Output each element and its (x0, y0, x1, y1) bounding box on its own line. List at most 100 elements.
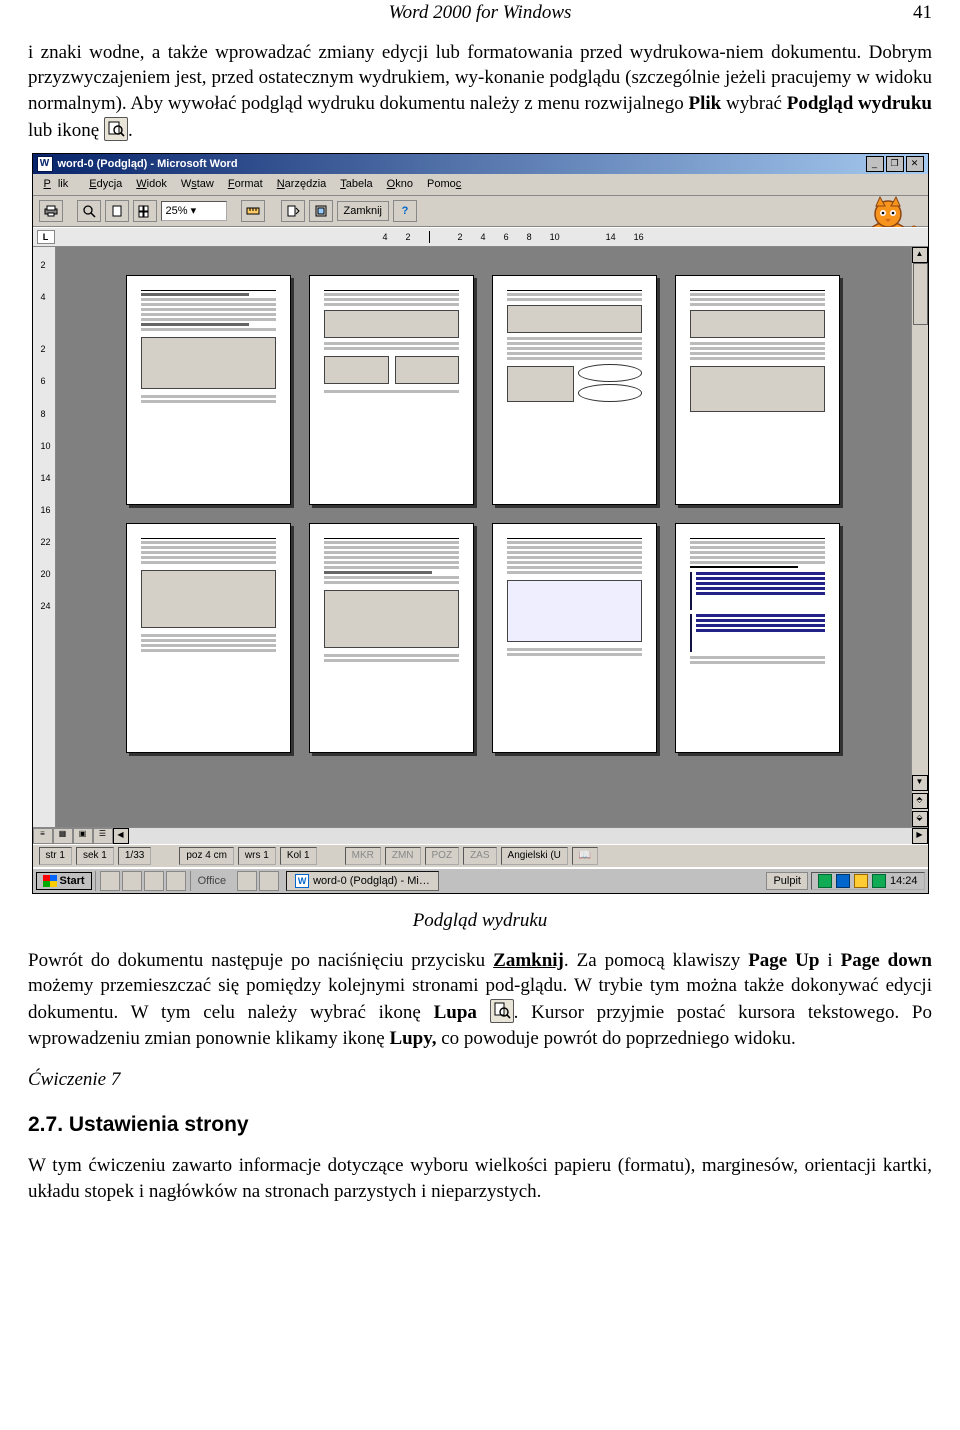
vertical-ruler: 2 4 2 6 8 10 14 16 22 20 24 (33, 247, 56, 827)
status-section: sek 1 (76, 847, 114, 865)
menu-wstaw[interactable]: Wstaw (174, 176, 221, 193)
office-shortcut-icon[interactable] (237, 871, 257, 891)
tray-icon[interactable] (872, 874, 886, 888)
quick-launch-icon[interactable] (144, 871, 164, 891)
quick-launch-icon[interactable] (122, 871, 142, 891)
header-title: Word 2000 for Windows (389, 0, 572, 26)
text: lub ikonę (28, 120, 104, 141)
preview-canvas[interactable] (56, 247, 911, 827)
status-zas: ZAS (463, 847, 496, 865)
shrink-to-fit-icon[interactable] (281, 200, 305, 222)
menu-plik[interactable]: Plik (37, 176, 83, 193)
next-page-icon[interactable]: ⬙ (912, 811, 928, 827)
lupy-bold: Lupy, (389, 1028, 436, 1049)
page-thumbnail[interactable] (675, 275, 840, 505)
pageup-key: Page Up (748, 950, 819, 971)
exercise-label: Ćwiczenie 7 (28, 1067, 932, 1093)
taskbar-task-button[interactable]: W word-0 (Podgląd) - Mi… (286, 871, 439, 892)
preview-toolbar: 25% ▾ Zamknij ? (33, 196, 928, 227)
normal-view-icon[interactable]: ≡ (33, 828, 53, 844)
menu-tabela[interactable]: Tabela (333, 176, 379, 193)
horizontal-scrollbar[interactable]: ◀ ▶ (113, 828, 928, 844)
office-bar-label: Office (194, 874, 231, 889)
running-header: Word 2000 for Windows 41 (28, 0, 932, 26)
menu-bar: Plik Edycja Widok Wstaw Format Narzędzia… (33, 174, 928, 196)
figure-caption: Podgląd wydruku (28, 908, 932, 934)
status-mkr: MKR (345, 847, 381, 865)
quick-launch-icon[interactable] (100, 871, 120, 891)
page-thumbnail[interactable] (492, 275, 657, 505)
menu-edycja[interactable]: Edycja (82, 176, 129, 193)
one-page-icon[interactable] (105, 200, 129, 222)
prev-page-icon[interactable]: ⬘ (912, 793, 928, 809)
status-poz: POZ (425, 847, 460, 865)
zoom-combo[interactable]: 25% ▾ (161, 201, 227, 221)
page-thumbnail[interactable] (309, 523, 474, 753)
pagedown-key: Page down (841, 950, 932, 971)
help-icon[interactable]: ? (393, 200, 417, 222)
menu-format[interactable]: Format (221, 176, 270, 193)
page-thumbnail[interactable] (675, 523, 840, 753)
menu-widok[interactable]: Widok (129, 176, 174, 193)
office-shortcut-icon[interactable] (259, 871, 279, 891)
status-language: Angielski (U (501, 847, 568, 865)
ruler-toggle-icon[interactable] (241, 200, 265, 222)
web-view-icon[interactable]: ▦ (53, 828, 73, 844)
outline-view-icon[interactable]: ☰ (93, 828, 113, 844)
paragraph-return: Powrót do dokumentu następuje po naciśni… (28, 948, 932, 1052)
scroll-left-icon[interactable]: ◀ (113, 828, 129, 844)
menu-plik-bold: Plik (689, 93, 722, 114)
status-zmn: ZMN (385, 847, 421, 865)
print-view-icon[interactable]: ▣ (73, 828, 93, 844)
menu-narzedzia[interactable]: Narzędzia (270, 176, 334, 193)
paragraph-exercise-desc: W tym ćwiczeniu zawarto informacje dotyc… (28, 1153, 932, 1204)
text: wybrać (721, 93, 787, 114)
word-window: W word-0 (Podgląd) - Microsoft Word _ ❐ … (32, 153, 929, 894)
status-page: str 1 (39, 847, 72, 865)
menu-pomoc[interactable]: Pomoc (420, 176, 468, 193)
magnifier-icon (490, 999, 514, 1023)
print-icon[interactable] (39, 200, 63, 222)
status-book-icon: 📖 (572, 847, 598, 865)
window-title: word-0 (Podgląd) - Microsoft Word (58, 157, 866, 172)
status-line: wrs 1 (238, 847, 276, 865)
windows-taskbar: Start Office W word-0 (Podgląd) - Mi… Pu… (33, 867, 928, 893)
word-doc-icon: W (295, 874, 309, 888)
page-thumbnail[interactable] (492, 523, 657, 753)
zamknij-keyword: Zamknij (493, 950, 564, 971)
lupa-bold: Lupa (434, 1002, 477, 1023)
tray-icon[interactable] (854, 874, 868, 888)
horizontal-ruler: L 4 2 2 4 6 8 10 14 16 (33, 227, 928, 247)
quick-launch-icon[interactable] (166, 871, 186, 891)
tray-icon[interactable] (818, 874, 832, 888)
minimize-button[interactable]: _ (866, 156, 884, 172)
page-thumbnail[interactable] (126, 523, 291, 753)
close-preview-button[interactable]: Zamknij (337, 201, 390, 222)
view-mode-icons: ≡ ▦ ▣ ☰ (33, 828, 113, 844)
menu-okno[interactable]: Okno (380, 176, 420, 193)
show-desktop-button[interactable]: Pulpit (766, 872, 808, 891)
text: . (128, 120, 133, 141)
status-column: Kol 1 (280, 847, 317, 865)
vertical-scrollbar[interactable]: ▲ ▼ ⬘ ⬙ (911, 247, 928, 827)
scroll-down-icon[interactable]: ▼ (912, 775, 928, 791)
scroll-right-icon[interactable]: ▶ (912, 828, 928, 844)
section-heading-2-7: 2.7. Ustawienia strony (28, 1111, 932, 1139)
windows-flag-icon (43, 875, 57, 887)
status-position: poz 4 cm (179, 847, 234, 865)
restore-button[interactable]: ❐ (886, 156, 904, 172)
paragraph-intro: i znaki wodne, a także wprowadzać zmiany… (28, 40, 932, 144)
close-button[interactable]: ✕ (906, 156, 924, 172)
page-number: 41 (913, 0, 932, 26)
word-app-icon: W (37, 156, 53, 172)
tray-icon[interactable] (836, 874, 850, 888)
page-thumbnail[interactable] (309, 275, 474, 505)
fullscreen-icon[interactable] (309, 200, 333, 222)
magnifier-icon[interactable] (77, 200, 101, 222)
start-button[interactable]: Start (36, 872, 92, 891)
page-thumbnail[interactable] (126, 275, 291, 505)
system-tray: 14:24 (811, 872, 925, 891)
multi-page-icon[interactable] (133, 200, 157, 222)
scroll-thumb[interactable] (913, 263, 928, 325)
scroll-up-icon[interactable]: ▲ (912, 247, 928, 263)
